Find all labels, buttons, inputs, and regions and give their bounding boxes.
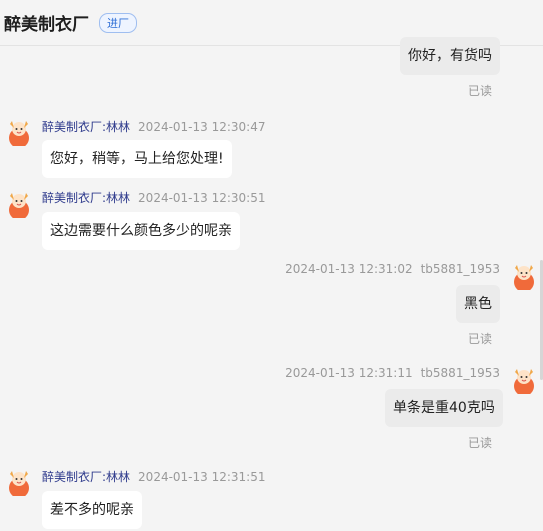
message-meta: 2024-01-13 12:31:02 tb5881_1953	[285, 262, 500, 276]
message-time: 2024-01-13 12:30:51	[138, 191, 266, 205]
message-bubble: 差不多的呢亲	[42, 491, 142, 529]
message-bubble: 你好，有货吗	[400, 37, 500, 75]
avatar-icon[interactable]	[4, 116, 34, 146]
message-meta: 2024-01-13 12:31:11 tb5881_1953	[285, 366, 500, 380]
message-meta: 醉美制衣厂:林林 2024-01-13 12:30:51	[42, 189, 266, 206]
avatar-icon[interactable]	[4, 466, 34, 496]
read-status: 已读	[468, 332, 493, 346]
read-status: 已读	[468, 436, 493, 450]
message-time: 2024-01-13 12:30:47	[138, 120, 266, 134]
message-bubble: 黑色	[456, 285, 500, 323]
message-meta: 醉美制衣厂:林林 2024-01-13 12:30:47	[42, 118, 266, 135]
read-status: 已读	[468, 84, 493, 98]
message-bubble: 这边需要什么颜色多少的呢亲	[42, 212, 240, 250]
sender-name[interactable]: 醉美制衣厂:林林	[42, 470, 130, 484]
shop-title: 醉美制衣厂	[4, 15, 89, 35]
message-time: 2024-01-13 12:31:02	[285, 262, 413, 276]
message-bubble: 单条是重40克吗	[385, 389, 503, 427]
enter-shop-badge[interactable]: 进厂	[99, 12, 137, 33]
message-meta: 醉美制衣厂:林林 2024-01-13 12:31:51	[42, 468, 266, 485]
message-bubble: 您好，稍等，马上给您处理!	[42, 140, 232, 178]
avatar-icon[interactable]	[509, 260, 539, 290]
sender-name[interactable]: 醉美制衣厂:林林	[42, 120, 130, 134]
sender-name: tb5881_1953	[420, 262, 500, 276]
avatar-icon[interactable]	[4, 188, 34, 218]
message-time: 2024-01-13 12:31:11	[285, 366, 413, 380]
message-time: 2024-01-13 12:31:51	[138, 470, 266, 484]
sender-name: tb5881_1953	[420, 366, 500, 380]
avatar-icon[interactable]	[509, 364, 539, 394]
sender-name[interactable]: 醉美制衣厂:林林	[42, 191, 130, 205]
